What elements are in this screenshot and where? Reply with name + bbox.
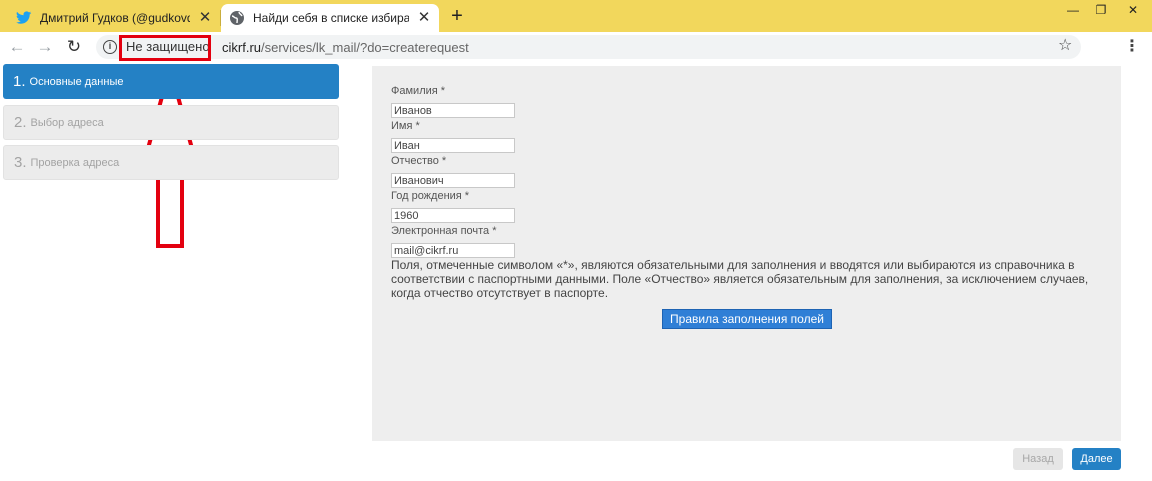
step-basic-data[interactable]: 1. Основные данные — [3, 64, 339, 99]
tab-cikrf[interactable]: Найди себя в списке избирателей ✕ — [221, 4, 439, 32]
birth-year-field[interactable] — [391, 208, 515, 223]
required-fields-note: Поля, отмеченные символом «*», являются … — [391, 258, 1089, 300]
info-icon[interactable]: i — [103, 40, 117, 54]
back-arrow-icon[interactable]: ← — [6, 36, 28, 58]
tab-strip: Дмитрий Гудков (@gudkovd) | Twitter ✕ На… — [0, 0, 1152, 32]
step-address-check[interactable]: 3. Проверка адреса — [3, 145, 339, 180]
step-number: 1. — [13, 73, 26, 90]
surname-field[interactable] — [391, 103, 515, 118]
step-number: 3. — [14, 154, 27, 171]
step-label: Проверка адреса — [30, 156, 120, 169]
close-tab-icon[interactable]: ✕ — [196, 9, 214, 27]
globe-icon — [229, 10, 245, 26]
annotation-highlight-box — [119, 35, 211, 61]
birth-year-label: Год рождения * — [391, 190, 470, 202]
step-address-choice[interactable]: 2. Выбор адреса — [3, 105, 339, 140]
step-label: Основные данные — [29, 75, 124, 88]
url-text[interactable]: cikrf.ru/services/lk_mail/?do=createrequ… — [222, 40, 469, 55]
tab-title: Найди себя в списке избирателей — [253, 11, 409, 25]
form-panel: Фамилия * Имя * Отчество * Год рождения … — [372, 66, 1121, 441]
patronymic-label: Отчество * — [391, 155, 447, 167]
name-label: Имя * — [391, 120, 420, 132]
filling-rules-button[interactable]: Правила заполнения полей — [662, 309, 832, 329]
tab-title: Дмитрий Гудков (@gudkovd) | Twitter — [40, 11, 190, 25]
step-label: Выбор адреса — [30, 116, 104, 129]
url-path: /services/lk_mail/?do=createrequest — [261, 40, 469, 55]
url-host: cikrf.ru — [222, 40, 261, 55]
bookmark-star-icon[interactable]: ☆ — [1058, 38, 1074, 54]
address-bar[interactable]: i Не защищено cikrf.ru/services/lk_mail/… — [96, 35, 1081, 59]
twitter-bird-icon — [16, 10, 32, 26]
name-field[interactable] — [391, 138, 515, 153]
next-button[interactable]: Далее — [1072, 448, 1121, 470]
window-close-icon[interactable]: ✕ — [1118, 0, 1148, 20]
surname-label: Фамилия * — [391, 85, 446, 97]
new-tab-plus-icon[interactable]: + — [446, 5, 468, 27]
menu-kebab-icon[interactable]: ⋮ — [1124, 38, 1140, 56]
reload-icon[interactable]: ↻ — [63, 36, 85, 58]
restore-icon[interactable]: ❐ — [1086, 0, 1116, 20]
forward-arrow-icon[interactable]: → — [34, 36, 56, 58]
email-label: Электронная почта * — [391, 225, 497, 237]
tab-twitter[interactable]: Дмитрий Гудков (@gudkovd) | Twitter ✕ — [8, 4, 220, 32]
close-tab-icon[interactable]: ✕ — [415, 9, 433, 27]
patronymic-field[interactable] — [391, 173, 515, 188]
minimize-icon[interactable]: — — [1058, 0, 1088, 20]
step-number: 2. — [14, 114, 27, 131]
back-button[interactable]: Назад — [1013, 448, 1063, 470]
email-field[interactable] — [391, 243, 515, 258]
